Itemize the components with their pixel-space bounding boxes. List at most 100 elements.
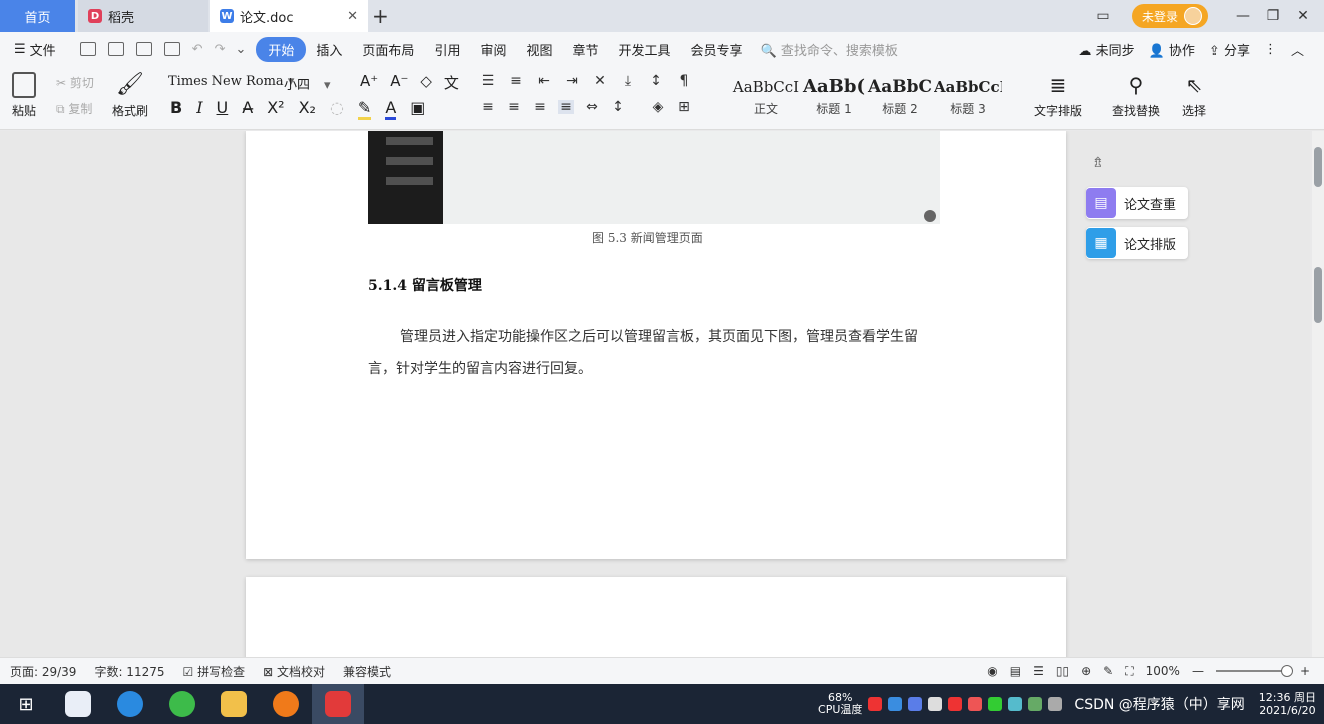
share-button[interactable]: ⇪ 分享	[1209, 40, 1250, 59]
taskbar-app-1[interactable]	[52, 684, 104, 724]
new-tab-icon[interactable]: +	[372, 4, 389, 28]
taskbar-ie[interactable]	[104, 684, 156, 724]
taskbar-app-5[interactable]	[260, 684, 312, 724]
spell-check-button[interactable]: ☑ 拼写检查	[183, 663, 246, 680]
taskbar-browser[interactable]	[156, 684, 208, 724]
select-button[interactable]: ⇖ 选择	[1182, 72, 1206, 119]
collapse-ribbon-icon[interactable]: ︿	[1291, 40, 1304, 59]
grow-font-icon[interactable]: A⁺	[360, 72, 378, 93]
collab-button[interactable]: 👤 协作	[1149, 40, 1195, 59]
numbered-list-icon[interactable]: ≡	[508, 74, 524, 88]
login-button[interactable]: 未登录	[1131, 4, 1208, 28]
tray-icon[interactable]	[868, 697, 883, 711]
tray-icon[interactable]	[968, 697, 983, 711]
tab-document[interactable]: W 论文.doc ✕	[210, 0, 368, 32]
clock[interactable]: 12:36 周日 2021/6/20	[1259, 691, 1316, 717]
tray-icon[interactable]	[1008, 697, 1023, 711]
menu-insert[interactable]: 插入	[306, 40, 352, 59]
scroll-thumb[interactable]	[1314, 147, 1322, 187]
more-icon[interactable]: ⋮	[1264, 42, 1277, 57]
zoom-slider-thumb[interactable]	[1280, 665, 1293, 677]
zoom-in-icon[interactable]: +	[1300, 664, 1310, 678]
justify-icon[interactable]: ≡	[558, 100, 574, 114]
menu-member[interactable]: 会员专享	[681, 40, 753, 59]
outline-view-icon[interactable]: ☰	[1033, 664, 1044, 678]
print-preview-icon[interactable]	[163, 42, 180, 56]
print-icon[interactable]	[135, 42, 152, 56]
menu-file[interactable]: ☰ 文件	[0, 40, 66, 59]
font-color-icon[interactable]: A	[385, 98, 397, 120]
underline-icon[interactable]: U	[217, 98, 229, 120]
zoom-level[interactable]: 100%	[1146, 664, 1180, 678]
char-border-icon[interactable]: ◌	[330, 98, 344, 120]
tray-icon[interactable]	[948, 697, 963, 711]
export-icon[interactable]	[107, 42, 124, 56]
scroll-thumb-secondary[interactable]	[1314, 267, 1322, 323]
taskbar-wps[interactable]	[312, 684, 364, 724]
bluetooth-icon[interactable]	[1048, 697, 1063, 711]
tray-icon[interactable]	[1028, 697, 1043, 711]
menu-references[interactable]: 引用	[424, 40, 470, 59]
style-heading-1[interactable]: AaBb( 标题 1	[800, 74, 868, 122]
style-heading-2[interactable]: AaBbC 标题 2	[866, 74, 934, 122]
collapse-panel-icon[interactable]: ⇯	[1092, 155, 1104, 171]
highlight-icon[interactable]: ✎	[357, 98, 372, 120]
format-painter-button[interactable]: 🖌 格式刷	[112, 72, 148, 119]
menu-view[interactable]: 视图	[516, 40, 562, 59]
clear-format-icon[interactable]: ◇	[420, 72, 432, 93]
menu-review[interactable]: 审阅	[470, 40, 516, 59]
char-shading-icon[interactable]: ▣	[410, 98, 425, 120]
restore-icon[interactable]: ❐	[1258, 8, 1288, 24]
document-page-next[interactable]	[246, 577, 1066, 657]
write-mode-icon[interactable]: ✎	[1103, 664, 1113, 678]
bullet-list-icon[interactable]: ☰	[480, 74, 496, 88]
superscript-icon[interactable]: X²	[267, 98, 284, 120]
strikethrough-icon[interactable]: A̶	[242, 98, 253, 120]
menu-developer[interactable]: 开发工具	[609, 40, 681, 59]
layout-toggle-icon[interactable]: ▭	[1088, 8, 1118, 24]
menu-page-layout[interactable]: 页面布局	[352, 40, 424, 59]
align-center-icon[interactable]: ≡	[506, 100, 522, 114]
style-normal[interactable]: AaBbCcI 正文	[732, 74, 800, 122]
menu-home[interactable]: 开始	[256, 36, 307, 62]
sync-button[interactable]: ☁ 未同步	[1078, 40, 1134, 59]
tab-home[interactable]: 首页	[0, 0, 75, 32]
minimize-icon[interactable]: —	[1228, 8, 1258, 24]
shield-icon[interactable]	[908, 697, 923, 711]
word-count[interactable]: 字数: 11275	[94, 663, 164, 680]
style-heading-3[interactable]: AaBbCcI 标题 3	[934, 74, 1002, 122]
zoom-out-icon[interactable]: —	[1192, 664, 1204, 678]
subscript-icon[interactable]: X₂	[299, 98, 316, 120]
find-replace-button[interactable]: ⚲ 查找替换	[1112, 72, 1160, 119]
save-icon[interactable]	[79, 42, 96, 56]
web-view-icon[interactable]: ⊕	[1081, 664, 1091, 678]
align-left-icon[interactable]: ≡	[480, 100, 496, 114]
eye-protection-icon[interactable]: ◉	[987, 664, 997, 678]
zoom-slider[interactable]	[1215, 665, 1293, 677]
tray-icon[interactable]	[888, 697, 903, 711]
close-icon[interactable]: ✕	[347, 9, 358, 24]
paste-button[interactable]: 粘贴	[12, 72, 36, 119]
search-command-input[interactable]: 🔍 查找命令、搜索模板	[753, 40, 906, 59]
plagiarism-check-button[interactable]: ▤ 论文查重	[1086, 187, 1188, 219]
bell-icon[interactable]	[928, 697, 943, 711]
chinese-layout-icon[interactable]: ✕	[592, 74, 608, 88]
redo-icon[interactable]: ↷	[215, 42, 226, 57]
phonetic-icon[interactable]: 文	[444, 72, 459, 93]
sort-icon[interactable]: ↕	[648, 74, 664, 88]
align-right-icon[interactable]: ≡	[532, 100, 548, 114]
reading-view-icon[interactable]: ▯▯	[1056, 664, 1069, 678]
taskbar-explorer[interactable]	[208, 684, 260, 724]
close-window-icon[interactable]: ✕	[1288, 8, 1318, 24]
page-indicator[interactable]: 页面: 29/39	[10, 663, 76, 680]
font-name-select[interactable]: Times New Roma ▾	[168, 74, 294, 89]
italic-icon[interactable]: I	[196, 98, 202, 120]
show-marks-icon[interactable]: ¶	[676, 74, 692, 88]
borders-icon[interactable]: ⊞	[676, 100, 692, 114]
cut-button[interactable]: ✂ 剪切	[56, 74, 94, 91]
decrease-indent-icon[interactable]: ⇤	[536, 74, 552, 88]
copy-button[interactable]: ⧉ 复制	[56, 100, 92, 117]
tab-daoke[interactable]: D 稻壳	[78, 0, 208, 32]
start-button[interactable]: ⊞	[0, 684, 52, 724]
text-direction-icon[interactable]: ⤓	[620, 74, 636, 88]
